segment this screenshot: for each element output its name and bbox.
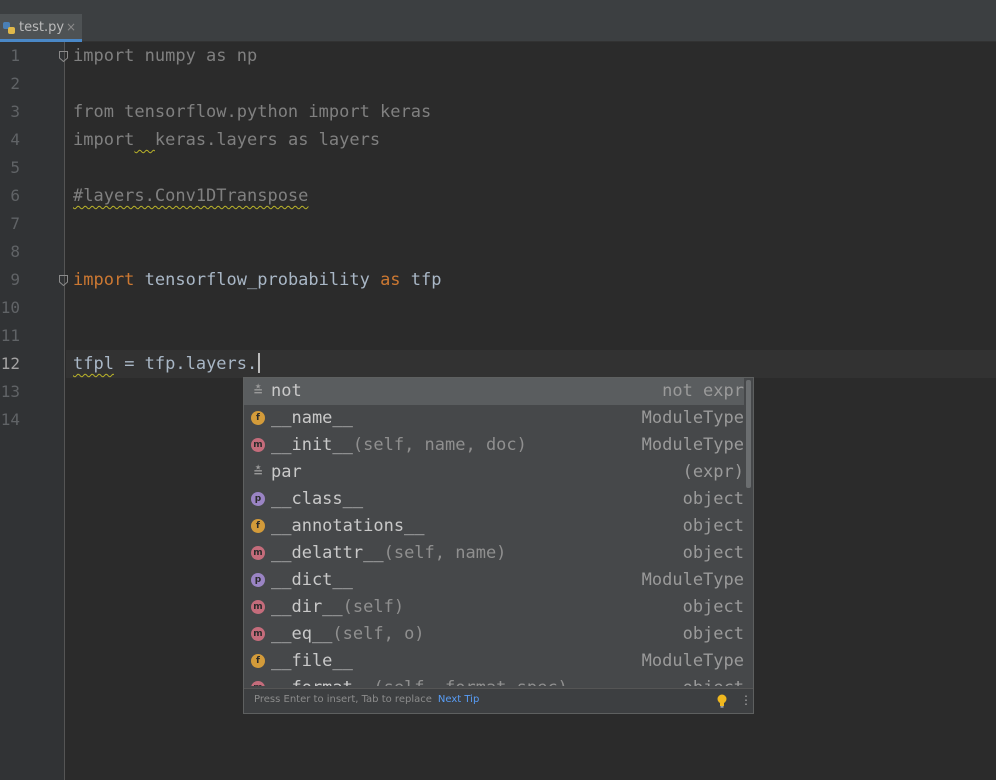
completion-type: object xyxy=(682,543,744,563)
completion-item[interactable]: f __file__ ModuleType xyxy=(244,648,744,675)
completion-type: object xyxy=(682,516,744,536)
title-strip xyxy=(0,0,996,14)
completion-type: object xyxy=(682,624,744,644)
completion-type: object xyxy=(682,489,744,509)
python-file-icon xyxy=(3,22,15,34)
completion-name: par xyxy=(271,462,302,482)
completion-list[interactable]: ≛ not not expr f __name__ ModuleType m _… xyxy=(244,378,753,686)
completion-type: not expr xyxy=(662,381,744,401)
completion-name: __annotations__ xyxy=(271,516,425,536)
code-line-6: #layers.Conv1DTranspose xyxy=(73,186,309,206)
completion-type: (expr) xyxy=(682,462,744,482)
lightbulb-icon[interactable] xyxy=(716,694,728,708)
completion-type: ModuleType xyxy=(641,570,744,590)
line-number: 9 xyxy=(10,270,20,289)
line-number: 5 xyxy=(10,158,20,177)
property-icon: p xyxy=(251,492,265,506)
template-icon: ≛ xyxy=(252,465,264,479)
completion-footer: Press Enter to insert, Tab to replace Nex… xyxy=(244,688,753,713)
completion-item[interactable]: p __dict__ ModuleType xyxy=(244,567,744,594)
line-number: 4 xyxy=(10,130,20,149)
completion-name: __file__ xyxy=(271,651,353,671)
field-icon: f xyxy=(251,519,265,533)
completion-name: __dir__ xyxy=(271,597,343,617)
more-options-icon[interactable]: ⋮ xyxy=(740,693,752,707)
code-line-3: from tensorflow.python import keras xyxy=(73,102,432,122)
completion-name: __format__ xyxy=(271,678,373,686)
method-icon: m xyxy=(251,681,265,686)
completion-type: ModuleType xyxy=(641,651,744,671)
line-number: 10 xyxy=(0,298,20,317)
completion-name: not xyxy=(271,381,302,401)
line-number: 3 xyxy=(10,102,20,121)
completion-type: object xyxy=(682,597,744,617)
line-number: 8 xyxy=(10,242,20,261)
completion-scrollbar[interactable] xyxy=(746,380,751,488)
method-icon: m xyxy=(251,438,265,452)
template-icon: ≛ xyxy=(252,384,264,398)
completion-hint: Press Enter to insert, Tab to replace Nex… xyxy=(254,694,480,705)
line-number: 13 xyxy=(0,382,20,401)
completion-type: ModuleType xyxy=(641,408,744,428)
completion-name: __eq__ xyxy=(271,624,333,644)
line-number: 11 xyxy=(0,326,20,345)
completion-item[interactable]: m __format__(self, format_spec) object xyxy=(244,675,744,686)
tab-test-py[interactable]: test.py × xyxy=(0,14,82,42)
line-number: 1 xyxy=(10,46,20,65)
completion-name: __class__ xyxy=(271,489,364,509)
method-icon: m xyxy=(251,546,265,560)
completion-item[interactable]: m __eq__(self, o) object xyxy=(244,621,744,648)
line-number: 2 xyxy=(10,74,20,93)
completion-name: __name__ xyxy=(271,408,353,428)
method-icon: m xyxy=(251,600,265,614)
completion-item[interactable]: f __annotations__ object xyxy=(244,513,744,540)
close-icon[interactable]: × xyxy=(66,20,76,34)
completion-item[interactable]: ≛ not not expr xyxy=(244,378,744,405)
property-icon: p xyxy=(251,573,265,587)
code-line-12: tfpl = tfp.layers. xyxy=(73,350,261,378)
method-icon: m xyxy=(251,627,265,641)
field-icon: f xyxy=(251,654,265,668)
completion-name: __delattr__ xyxy=(271,543,384,563)
text-caret xyxy=(258,353,261,373)
code-line-1: import numpy as np xyxy=(73,46,258,66)
field-icon: f xyxy=(251,411,265,425)
completion-type: ModuleType xyxy=(641,435,744,455)
completion-item[interactable]: m __init__(self, name, doc) ModuleType xyxy=(244,432,744,459)
completion-name: __init__ xyxy=(271,435,353,455)
line-number: 6 xyxy=(10,186,20,205)
completion-item[interactable]: f __name__ ModuleType xyxy=(244,405,744,432)
next-tip-link[interactable]: Next Tip xyxy=(438,694,479,705)
completion-type: object xyxy=(683,675,744,686)
completion-name: __dict__ xyxy=(271,570,353,590)
line-number-gutter: 1 2 3 4 5 6 7 8 9 10 11 12 13 14 xyxy=(0,42,68,780)
completion-item[interactable]: ≛ par (expr) xyxy=(244,459,744,486)
line-number: 7 xyxy=(10,214,20,233)
completion-item[interactable]: p __class__ object xyxy=(244,486,744,513)
line-number-current: 12 xyxy=(0,354,20,373)
code-line-9: import tensorflow_probability as tfp xyxy=(73,270,442,290)
completion-popup[interactable]: ≛ not not expr f __name__ ModuleType m _… xyxy=(243,377,754,714)
completion-item[interactable]: m __delattr__(self, name) object xyxy=(244,540,744,567)
completion-item[interactable]: m __dir__(self) object xyxy=(244,594,744,621)
editor-tab-bar: test.py × xyxy=(0,14,996,42)
code-line-4: import keras.layers as layers xyxy=(73,130,381,150)
line-number: 14 xyxy=(0,410,20,429)
tab-filename: test.py xyxy=(19,20,65,35)
